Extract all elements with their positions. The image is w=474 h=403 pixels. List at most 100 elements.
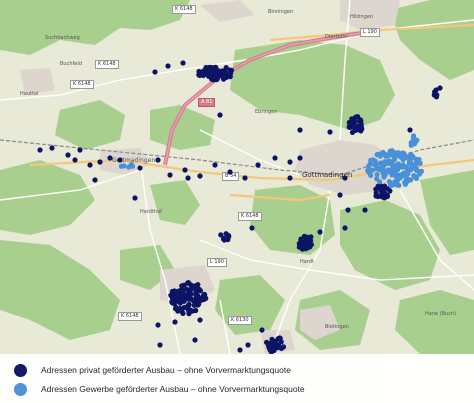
private-address-marker	[220, 236, 227, 242]
private-address-marker	[155, 157, 161, 163]
private-address-marker	[384, 194, 390, 200]
commercial-address-marker	[412, 161, 418, 167]
private-address-marker	[184, 293, 190, 299]
commercial-address-marker	[412, 173, 418, 179]
private-address-marker	[157, 342, 163, 348]
private-address-marker	[353, 114, 359, 120]
private-address-marker	[269, 340, 275, 346]
private-address-marker	[181, 282, 187, 288]
commercial-address-marker	[387, 148, 393, 154]
private-address-marker	[237, 347, 243, 353]
commercial-address-marker	[377, 179, 383, 185]
commercial-address-marker	[386, 158, 392, 164]
commercial-address-marker	[375, 151, 381, 157]
private-address-marker	[169, 295, 175, 301]
private-address-marker	[186, 302, 192, 308]
private-address-marker	[227, 169, 233, 175]
private-address-marker	[155, 322, 161, 328]
private-address-marker	[192, 337, 198, 343]
commercial-address-marker	[413, 156, 419, 162]
private-address-marker	[180, 287, 187, 293]
private-address-marker	[180, 60, 186, 66]
private-address-marker	[222, 72, 228, 78]
private-address-marker	[373, 190, 379, 196]
private-address-marker	[182, 167, 188, 173]
commercial-address-marker	[372, 162, 378, 168]
private-address-marker	[357, 124, 363, 130]
commercial-address-marker	[411, 136, 417, 143]
private-address-marker	[379, 189, 385, 195]
private-address-marker	[185, 306, 191, 312]
commercial-address-marker	[370, 157, 376, 163]
private-address-marker	[65, 152, 71, 158]
commercial-address-marker	[408, 142, 414, 148]
private-address-marker	[304, 234, 310, 240]
private-address-marker	[287, 159, 293, 165]
private-address-marker	[77, 147, 83, 153]
private-address-marker	[177, 305, 183, 312]
private-address-marker	[228, 70, 234, 76]
private-address-marker	[303, 245, 309, 251]
commercial-address-marker	[405, 176, 411, 182]
private-address-marker	[196, 68, 202, 75]
commercial-address-marker	[121, 163, 127, 169]
private-address-marker	[165, 63, 171, 69]
legend-dot-light-icon	[14, 382, 27, 396]
private-address-marker	[266, 345, 272, 351]
private-address-marker	[181, 298, 187, 304]
private-address-marker	[226, 233, 232, 239]
commercial-address-marker	[367, 161, 373, 167]
private-address-marker	[317, 229, 323, 235]
commercial-address-marker	[392, 181, 399, 187]
commercial-address-marker	[401, 151, 407, 157]
commercial-address-marker	[419, 168, 425, 174]
private-address-marker	[196, 286, 202, 292]
private-address-marker	[305, 241, 311, 247]
private-address-marker	[200, 71, 207, 77]
private-address-marker	[242, 175, 248, 181]
commercial-address-marker	[382, 151, 388, 157]
private-address-marker	[87, 162, 93, 168]
private-address-marker	[249, 225, 255, 231]
commercial-address-marker	[404, 169, 410, 175]
commercial-address-marker	[379, 167, 385, 173]
private-address-marker	[197, 317, 203, 323]
private-address-marker	[387, 188, 393, 194]
private-address-marker	[362, 207, 368, 213]
legend-label: Adressen Gewerbe geförderter Ausbau – oh…	[41, 384, 305, 394]
private-address-marker	[207, 71, 213, 77]
private-address-marker	[188, 286, 194, 292]
private-address-marker	[185, 175, 191, 181]
commercial-address-marker	[395, 166, 401, 172]
commercial-address-marker	[392, 172, 398, 178]
private-address-marker	[203, 64, 209, 71]
private-address-marker	[117, 157, 123, 163]
legend-label: Adressen privat geförderter Ausbau – ohn…	[41, 365, 291, 375]
private-address-marker	[433, 92, 439, 98]
private-address-marker	[297, 127, 303, 133]
address-markers	[37, 60, 443, 354]
private-address-marker	[217, 112, 223, 118]
map-view[interactable]: Suchbachweg Buchfeld Hauttal Gottmadinge…	[0, 0, 474, 403]
private-address-marker	[192, 302, 198, 308]
private-address-marker	[193, 307, 199, 314]
commercial-address-marker	[408, 151, 414, 157]
private-address-marker	[171, 288, 177, 294]
private-address-marker	[352, 119, 358, 125]
commercial-address-marker	[389, 166, 395, 172]
private-address-marker	[37, 147, 43, 153]
private-address-marker	[167, 172, 173, 178]
private-address-marker	[198, 297, 204, 303]
private-address-marker	[49, 145, 55, 151]
private-address-marker	[180, 310, 186, 316]
private-address-marker	[202, 292, 208, 298]
private-address-marker	[287, 175, 293, 181]
private-address-marker	[72, 157, 78, 163]
commercial-address-marker	[391, 157, 397, 163]
private-address-marker	[272, 155, 278, 161]
private-address-marker	[278, 339, 284, 345]
private-address-marker	[92, 177, 98, 183]
private-address-marker	[137, 165, 143, 171]
commercial-address-marker	[366, 169, 372, 175]
private-address-marker	[297, 155, 303, 161]
